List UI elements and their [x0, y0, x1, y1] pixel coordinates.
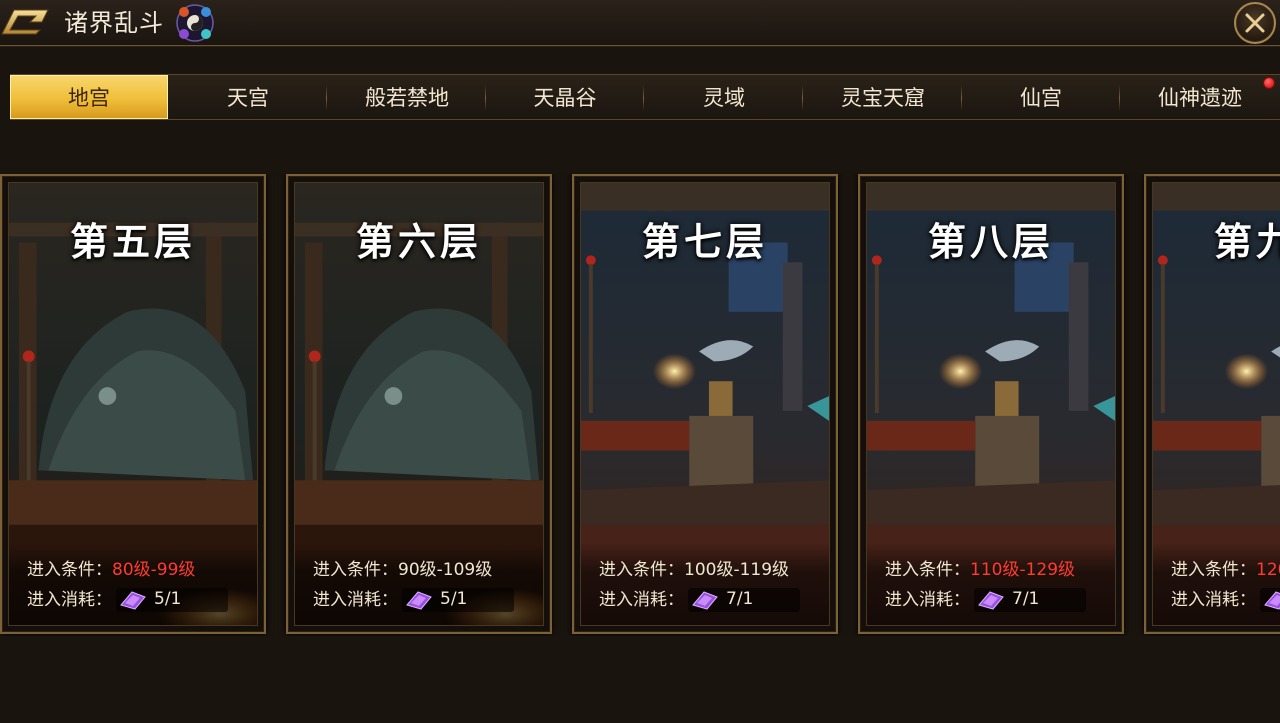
entry-condition-label: 进入条件：: [885, 560, 970, 580]
purple-token-icon: [690, 589, 720, 616]
floor-card-image: 第五层 进入条件：80级-99级 进入消耗： 5/1: [8, 182, 258, 626]
close-icon: [1245, 13, 1265, 33]
floor-card-list[interactable]: 第五层 进入条件：80级-99级 进入消耗： 5/1 第六层 进入条件：90级-109…: [0, 174, 1280, 636]
floor-card[interactable]: 第八层 进入条件：110级-129级 进入消耗： 7/1: [858, 174, 1124, 634]
entry-condition-row: 进入条件：80级-99级: [27, 555, 195, 580]
floor-card-image: 第七层 进入条件：100级-119级 进入消耗： 7/1: [580, 182, 830, 626]
cost-box: 5/1: [402, 588, 514, 612]
entry-condition-label: 进入条件：: [599, 560, 684, 580]
entry-condition-label: 进入条件：: [27, 560, 112, 580]
floor-card-image: 第八层 进入条件：110级-129级 进入消耗： 7/1: [866, 182, 1116, 626]
tab-digong[interactable]: 地宫: [10, 75, 168, 119]
page-title: 诸界乱斗: [64, 9, 164, 37]
close-button[interactable]: [1234, 2, 1276, 44]
entry-level-range: 120级-139级: [1256, 560, 1280, 580]
cost-box: 7/1: [1260, 588, 1280, 612]
purple-token-icon: [404, 589, 434, 616]
floor-card-image: 第九层进入条件：120级-139级进入消耗： 7/1: [1152, 182, 1280, 626]
cost-value: 5/1: [440, 589, 468, 609]
entry-condition-label: 进入条件：: [1171, 560, 1256, 580]
purple-token-icon: [976, 589, 1006, 616]
cost-box: 5/1: [116, 588, 228, 612]
tab-lingbao-tianku[interactable]: 灵宝天窟: [804, 75, 962, 119]
tab-xiangong[interactable]: 仙宫: [962, 75, 1120, 119]
tab-label: 仙宫: [1020, 86, 1062, 110]
tab-label: 仙神遗迹: [1158, 86, 1242, 110]
entry-cost-label: 进入消耗：: [885, 590, 970, 610]
entry-cost-row: 进入消耗： 7/1: [599, 585, 800, 612]
notification-dot: [1263, 77, 1275, 89]
tab-lingyu[interactable]: 灵域: [645, 75, 803, 119]
entry-condition-label: 进入条件：: [313, 560, 398, 580]
floor-title: 第六层: [355, 219, 482, 264]
cost-box: 7/1: [974, 588, 1086, 612]
back-button[interactable]: [0, 6, 54, 38]
floor-title: 第七层: [641, 219, 768, 264]
elements-emblem-icon: [172, 2, 218, 44]
floor-card[interactable]: 第六层 进入条件：90级-109级 进入消耗： 5/1: [286, 174, 552, 634]
entry-level-range: 100级-119级: [684, 560, 790, 580]
entry-condition-row: 进入条件：110级-129级: [885, 555, 1075, 580]
entry-cost-row: 进入消耗： 5/1: [27, 585, 228, 612]
title-bar: 诸界乱斗: [0, 0, 1280, 46]
floor-card[interactable]: 第九层进入条件：120级-139级进入消耗： 7/1: [1144, 174, 1280, 634]
floor-card-image: 第六层 进入条件：90级-109级 进入消耗： 5/1: [294, 182, 544, 626]
entry-condition-row: 进入条件：90级-109级: [313, 555, 492, 580]
tab-label: 般若禁地: [365, 86, 449, 110]
purple-token-icon: [118, 589, 148, 616]
cost-box: 7/1: [688, 588, 800, 612]
floor-card[interactable]: 第七层 进入条件：100级-119级 进入消耗： 7/1: [572, 174, 838, 634]
tab-label: 天宫: [227, 86, 269, 110]
entry-cost-label: 进入消耗：: [599, 590, 684, 610]
entry-cost-row: 进入消耗： 5/1: [313, 585, 514, 612]
cost-value: 7/1: [1012, 589, 1040, 609]
floor-title: 第九层: [1213, 219, 1280, 264]
cost-value: 5/1: [154, 589, 182, 609]
floor-title: 第八层: [927, 219, 1054, 264]
entry-level-range: 90级-109级: [398, 560, 493, 580]
back-arrow-icon: [1, 9, 49, 35]
tab-bar: 地宫 天宫 般若禁地 天晶谷 灵域 灵宝天窟 仙宫 仙神遗迹: [10, 74, 1280, 120]
floor-card[interactable]: 第五层 进入条件：80级-99级 进入消耗： 5/1: [0, 174, 266, 634]
tab-xianshen-yiji[interactable]: 仙神遗迹: [1121, 75, 1279, 119]
entry-cost-label: 进入消耗：: [313, 590, 398, 610]
tab-label: 地宫: [68, 86, 110, 110]
entry-cost-row: 进入消耗： 7/1: [885, 585, 1086, 612]
entry-condition-row: 进入条件：100级-119级: [599, 555, 789, 580]
entry-level-range: 80级-99级: [112, 560, 196, 580]
tab-tianjing-gu[interactable]: 天晶谷: [486, 75, 644, 119]
floor-info: 进入条件：110级-129级 进入消耗： 7/1: [867, 543, 1115, 625]
entry-cost-label: 进入消耗：: [27, 590, 112, 610]
entry-cost-row: 进入消耗： 7/1: [1171, 585, 1280, 612]
floor-info: 进入条件：100级-119级 进入消耗： 7/1: [581, 543, 829, 625]
entry-cost-label: 进入消耗：: [1171, 590, 1256, 610]
floor-info: 进入条件：80级-99级 进入消耗： 5/1: [9, 543, 257, 625]
tab-label: 天晶谷: [533, 86, 597, 110]
floor-title: 第五层: [69, 219, 196, 264]
floor-info: 进入条件：120级-139级进入消耗： 7/1: [1153, 543, 1280, 625]
tab-label: 灵域: [703, 86, 745, 110]
entry-condition-row: 进入条件：120级-139级: [1171, 555, 1280, 580]
tab-boruo-jindi[interactable]: 般若禁地: [328, 75, 486, 119]
purple-token-icon: [1262, 589, 1280, 616]
cost-value: 7/1: [726, 589, 754, 609]
tab-tiangong[interactable]: 天宫: [169, 75, 327, 119]
floor-info: 进入条件：90级-109级 进入消耗： 5/1: [295, 543, 543, 625]
entry-level-range: 110级-129级: [970, 560, 1076, 580]
tab-label: 灵宝天窟: [841, 86, 925, 110]
